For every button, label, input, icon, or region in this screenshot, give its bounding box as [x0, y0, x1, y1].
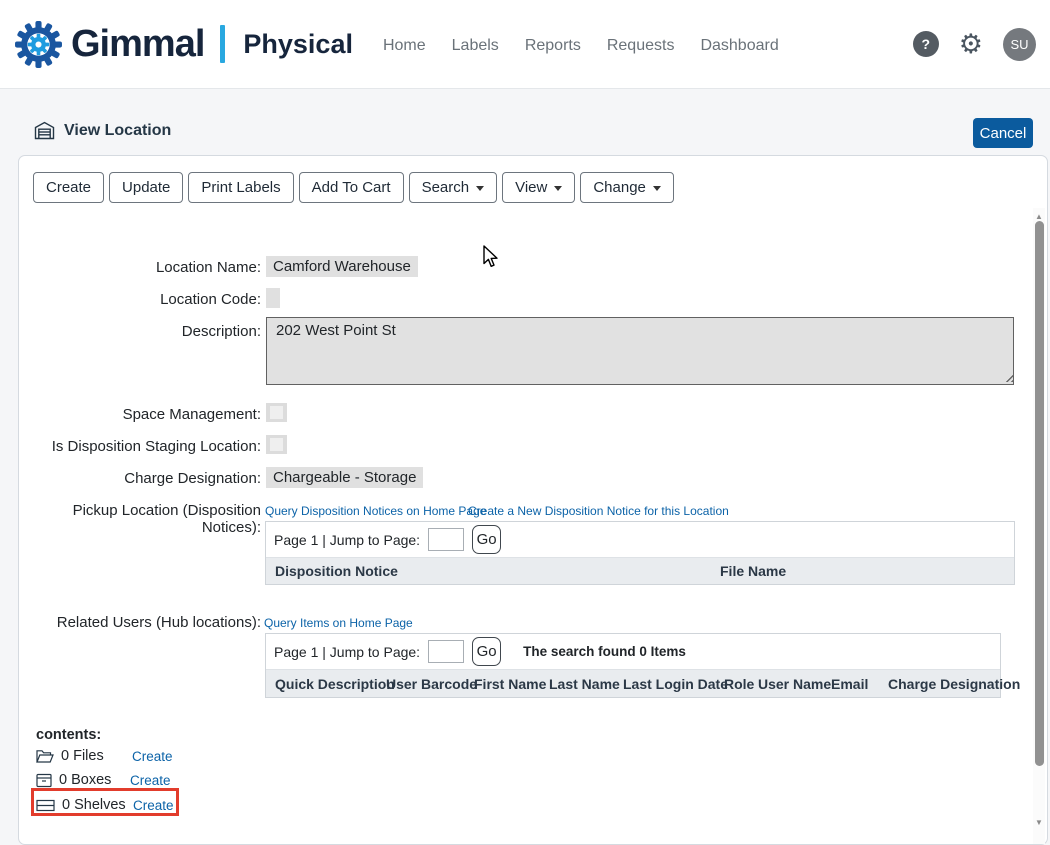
- settings-gear-icon[interactable]: ⚙: [959, 31, 983, 58]
- go-button[interactable]: Go: [472, 637, 501, 666]
- warehouse-icon: [34, 121, 55, 140]
- nav-dashboard[interactable]: Dashboard: [700, 37, 778, 55]
- cancel-button[interactable]: Cancel: [973, 118, 1033, 148]
- nav-reports[interactable]: Reports: [525, 37, 581, 55]
- related-users-label: Related Users (Hub locations):: [19, 614, 261, 631]
- col-disposition-notice: Disposition Notice: [275, 563, 398, 579]
- brand-name: Gimmal: [71, 23, 204, 66]
- scroll-up-arrow-icon[interactable]: ▲: [1033, 211, 1045, 221]
- create-button[interactable]: Create: [33, 172, 104, 203]
- shelves-count: 0 Shelves: [62, 797, 126, 813]
- help-icon[interactable]: ?: [913, 31, 939, 57]
- shelves-row: 0 Shelves Create: [36, 795, 174, 815]
- create-box-link[interactable]: Create: [130, 773, 171, 788]
- view-location-panel: Create Update Print Labels Add To Cart S…: [18, 155, 1048, 845]
- view-dropdown-button[interactable]: View: [502, 172, 575, 203]
- col-user-barcode: User Barcode: [386, 676, 477, 692]
- col-user-name: User Name: [758, 676, 831, 692]
- caret-down-icon: [653, 186, 661, 191]
- add-to-cart-button[interactable]: Add To Cart: [299, 172, 404, 203]
- disposition-staging-checkbox[interactable]: [266, 435, 287, 454]
- action-toolbar: Create Update Print Labels Add To Cart S…: [33, 172, 674, 203]
- location-name-value: Camford Warehouse: [266, 256, 418, 277]
- go-button[interactable]: Go: [472, 525, 501, 554]
- related-users-table: Page 1 | Jump to Page: Go The search fou…: [265, 633, 1001, 698]
- folder-icon: [36, 749, 54, 764]
- pager-text: Page 1 | Jump to Page:: [274, 644, 420, 660]
- space-management-checkbox[interactable]: [266, 403, 287, 422]
- disposition-pager: Page 1 | Jump to Page: Go: [266, 522, 1014, 557]
- brand-product: Physical: [243, 29, 353, 60]
- page-title: View Location: [64, 122, 171, 140]
- contents-label: contents:: [36, 727, 101, 743]
- query-disposition-notices-link[interactable]: Query Disposition Notices on Home Page: [265, 504, 486, 518]
- app-header: Gimmal Physical Home Labels Reports Requ…: [0, 0, 1050, 89]
- charge-designation-value: Chargeable - Storage: [266, 467, 423, 488]
- col-role: Role: [724, 676, 754, 692]
- location-code-value: [266, 288, 280, 308]
- caret-down-icon: [476, 186, 484, 191]
- description-textarea[interactable]: 202 West Point St: [266, 317, 1014, 385]
- create-shelf-link[interactable]: Create: [133, 798, 174, 813]
- col-first-name: First Name: [474, 676, 546, 692]
- pickup-location-label: Pickup Location (Disposition Notices):: [19, 502, 261, 536]
- files-count: 0 Files: [61, 748, 125, 764]
- description-label: Description:: [19, 323, 261, 340]
- pager-text: Page 1 | Jump to Page:: [274, 532, 420, 548]
- disposition-notices-table: Page 1 | Jump to Page: Go Disposition No…: [265, 521, 1015, 585]
- create-disposition-notice-link[interactable]: Create a New Disposition Notice for this…: [468, 504, 729, 518]
- update-button[interactable]: Update: [109, 172, 183, 203]
- shelf-icon: [36, 799, 55, 812]
- user-avatar[interactable]: SU: [1003, 28, 1036, 61]
- jump-to-page-input[interactable]: [428, 640, 464, 663]
- col-charge-designation: Charge Designation: [888, 676, 1020, 692]
- related-users-table-header: Quick Description User Barcode First Nam…: [266, 669, 1000, 697]
- scrollbar-thumb[interactable]: [1035, 221, 1044, 766]
- nav-home[interactable]: Home: [383, 37, 426, 55]
- query-items-link[interactable]: Query Items on Home Page: [264, 616, 413, 630]
- col-last-name: Last Name: [549, 676, 620, 692]
- disposition-table-header: Disposition Notice File Name: [266, 557, 1014, 584]
- space-management-label: Space Management:: [19, 406, 261, 423]
- print-labels-button[interactable]: Print Labels: [188, 172, 293, 203]
- box-icon: [36, 773, 52, 788]
- brand-logo: Gimmal Physical: [14, 20, 353, 69]
- search-result-count: The search found 0 Items: [523, 644, 686, 659]
- jump-to-page-input[interactable]: [428, 528, 464, 551]
- related-users-pager: Page 1 | Jump to Page: Go The search fou…: [266, 634, 1000, 669]
- create-file-link[interactable]: Create: [132, 749, 173, 764]
- gimmal-gear-logo-icon: [14, 20, 63, 69]
- charge-designation-label: Charge Designation:: [19, 470, 261, 487]
- location-name-label: Location Name:: [19, 259, 261, 276]
- nav-requests[interactable]: Requests: [607, 37, 675, 55]
- col-last-login-date: Last Login Date: [623, 676, 728, 692]
- vertical-scrollbar[interactable]: ▲ ▼: [1033, 208, 1045, 844]
- location-code-label: Location Code:: [19, 291, 261, 308]
- boxes-count: 0 Boxes: [59, 772, 123, 788]
- col-email: Email: [831, 676, 868, 692]
- caret-down-icon: [554, 186, 562, 191]
- change-dropdown-button[interactable]: Change: [580, 172, 674, 203]
- search-dropdown-button[interactable]: Search: [409, 172, 498, 203]
- disposition-staging-label: Is Disposition Staging Location:: [19, 438, 261, 455]
- brand-divider: [220, 25, 225, 63]
- boxes-row: 0 Boxes Create: [36, 770, 171, 790]
- col-file-name: File Name: [720, 563, 786, 579]
- main-nav: Home Labels Reports Requests Dashboard: [383, 37, 779, 55]
- col-quick-description: Quick Description: [275, 676, 395, 692]
- nav-labels[interactable]: Labels: [452, 37, 499, 55]
- files-row: 0 Files Create: [36, 746, 173, 766]
